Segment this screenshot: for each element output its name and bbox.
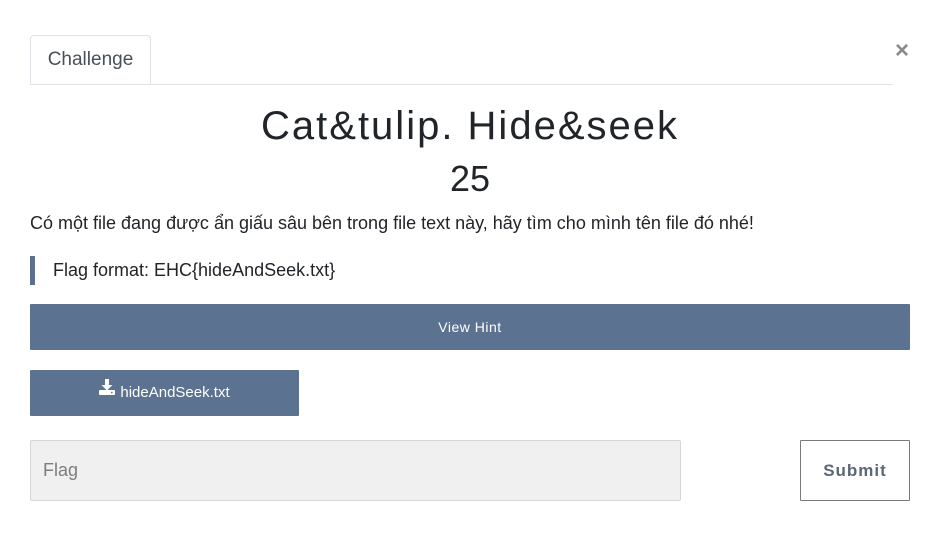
download-icon	[99, 368, 116, 414]
submit-button[interactable]: Submit	[800, 440, 910, 501]
tab-bar: Challenge	[30, 35, 893, 85]
close-icon[interactable]: ×	[891, 38, 913, 64]
tab-challenge[interactable]: Challenge	[30, 35, 151, 84]
challenge-points: 25	[449, 158, 491, 199]
view-hint-label: View Hint	[438, 319, 502, 335]
challenge-description: Có một file đang được ẩn giấu sâu bên tr…	[30, 213, 754, 233]
challenge-title: Cat&tulip. Hide&seek	[261, 104, 679, 148]
flag-format-quote: Flag format: EHC{hideAndSeek.txt}	[30, 256, 335, 285]
submit-label: Submit	[823, 461, 887, 480]
flag-input[interactable]	[30, 440, 681, 501]
download-file-label: hideAndSeek.txt	[120, 384, 230, 401]
challenge-modal: Challenge × Cat&tulip. Hide&seek 25 Có m…	[0, 0, 940, 547]
flag-format-text: Flag format: EHC{hideAndSeek.txt}	[53, 260, 336, 280]
view-hint-button[interactable]: View Hint	[30, 304, 910, 350]
download-file-button[interactable]: hideAndSeek.txt	[30, 370, 299, 416]
